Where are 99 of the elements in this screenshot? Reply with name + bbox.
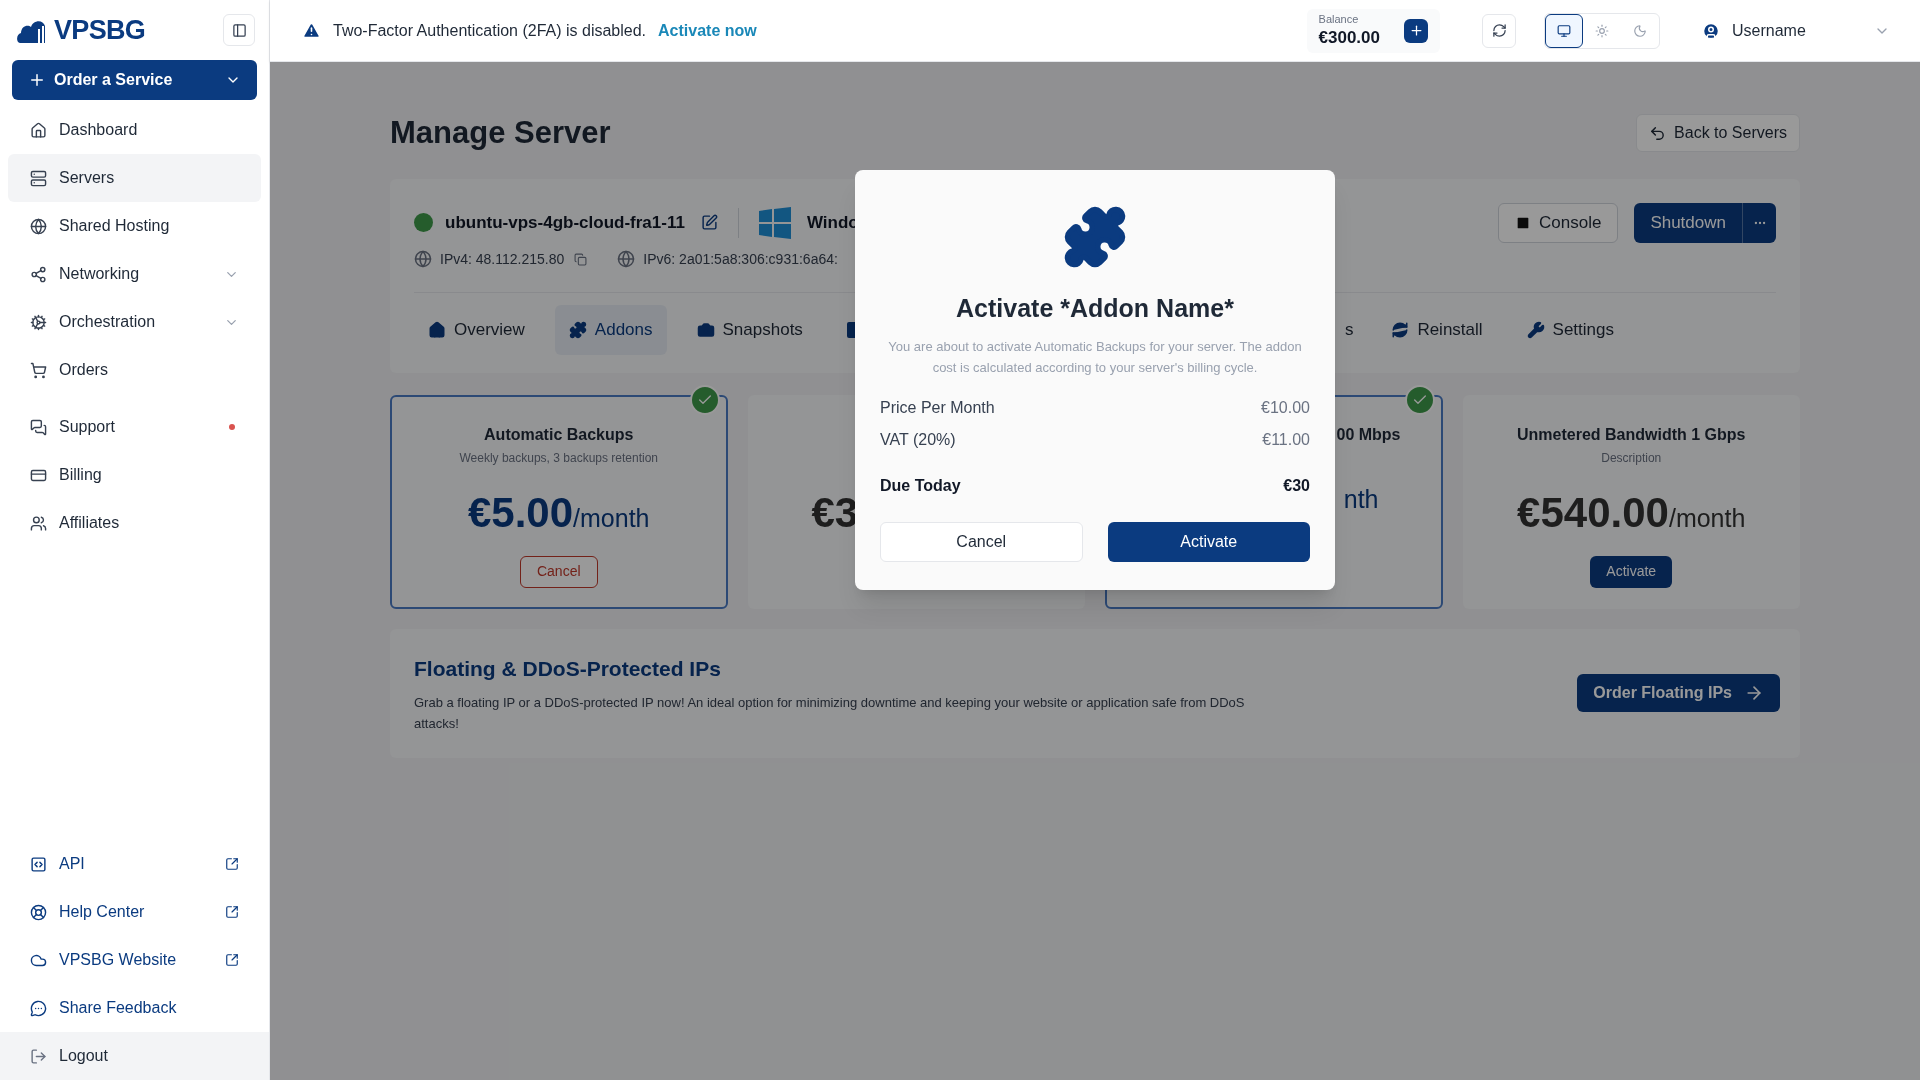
ipv4-address: IPv4: 48.112.215.80 — [440, 249, 565, 269]
code-icon — [30, 855, 47, 873]
sidebar-item[interactable]: Logout — [0, 1032, 269, 1080]
summary-label: VAT (20%) — [880, 429, 956, 450]
chat-icon — [30, 418, 47, 436]
addon-title: 00 Mbps — [1336, 424, 1401, 445]
summary-value: €11.00 — [1262, 429, 1310, 450]
promo-title: Floating & DDoS-Protected IPs — [414, 655, 722, 682]
price-period: /month — [1668, 503, 1746, 534]
logout-icon — [30, 1047, 47, 1065]
addon-price: €540.00 — [1517, 487, 1669, 538]
order-floating-ips-button[interactable]: Order Floating IPs — [1577, 674, 1780, 713]
sun-icon — [1595, 23, 1609, 38]
external-link-icon — [225, 857, 239, 871]
price-period: /month — [573, 503, 650, 534]
tab[interactable]: Addons — [554, 304, 667, 355]
windows-logo-icon — [758, 206, 791, 239]
dialog-text: You are about to activate Automatic Backups for your server. The addon cost is calculated according to your server's billing cycle. — [887, 337, 1303, 377]
ipv6-address: IPv6: 2a01:5a8:306:c931:6a64: — [643, 249, 838, 269]
refresh-button[interactable] — [1482, 13, 1516, 48]
back-icon — [1649, 124, 1667, 142]
logo-text: VPSBG — [54, 13, 146, 47]
warning-icon — [302, 21, 321, 40]
addon-description: Description — [1601, 449, 1662, 467]
edit-icon[interactable] — [700, 214, 718, 231]
addon-description: Weekly backups, 3 backups retention — [459, 449, 659, 467]
puzzle-icon — [1062, 204, 1128, 270]
refresh-icon — [1491, 23, 1507, 38]
refresh-icon — [1391, 320, 1410, 339]
plus-icon — [28, 71, 46, 89]
server-name: ubuntu-vps-4gb-cloud-fra1-11 — [445, 211, 685, 234]
user-menu[interactable]: Username — [1702, 18, 1890, 43]
sidebar-item[interactable]: Dashboard — [8, 106, 261, 154]
summary-label: Due Today — [880, 475, 961, 496]
add-funds-button[interactable] — [1404, 18, 1428, 43]
globe-icon — [414, 250, 432, 268]
tab[interactable]: s — [1344, 304, 1354, 355]
sidebar-item[interactable]: Billing — [8, 451, 261, 499]
addon-price: €3 — [811, 487, 859, 538]
console-button[interactable]: Console — [1498, 202, 1619, 243]
home-icon — [30, 121, 47, 139]
chat-icon — [30, 999, 47, 1017]
share-icon — [30, 265, 47, 283]
activate-addon-button[interactable]: Activate — [1590, 555, 1673, 588]
dialog-title: Activate *Addon Name* — [956, 293, 1234, 324]
tab[interactable]: Snapshots — [682, 304, 817, 355]
globe-icon — [30, 217, 47, 235]
users-icon — [30, 514, 47, 532]
user-icon — [1702, 21, 1720, 40]
sidebar-item[interactable]: Orders — [8, 346, 261, 394]
addon-title: Automatic Backups — [484, 424, 634, 445]
external-link-icon — [225, 953, 239, 967]
summary-label: Price Per Month — [880, 397, 995, 418]
puzzle-icon — [568, 320, 587, 339]
activate-button[interactable]: Activate — [1107, 521, 1310, 562]
activate-link[interactable]: Activate now — [658, 18, 757, 43]
tab[interactable]: Overview — [414, 304, 539, 355]
external-link-icon — [225, 905, 239, 919]
back-button[interactable]: Back to Servers — [1636, 114, 1800, 153]
tab[interactable]: Settings — [1512, 304, 1628, 355]
copy-icon[interactable] — [574, 252, 588, 266]
cancel-addon-button[interactable]: Cancel — [519, 555, 598, 588]
sidebar-item[interactable]: VPSBG Website — [8, 936, 261, 984]
summary-value: €10.00 — [1261, 397, 1310, 418]
summary-value: €30 — [1283, 475, 1310, 496]
lifebuoy-icon — [30, 903, 47, 921]
plus-icon — [1408, 23, 1424, 38]
camera-icon — [696, 320, 715, 339]
cancel-button[interactable]: Cancel — [880, 521, 1083, 562]
sidebar-item[interactable]: Help Center — [8, 888, 261, 936]
monitor-icon — [1557, 23, 1571, 38]
globe-icon — [617, 250, 636, 268]
theme-toggle[interactable] — [1545, 13, 1583, 48]
sidebar-item[interactable]: API — [8, 840, 261, 888]
sidebar-item[interactable]: Networking — [8, 250, 261, 298]
cart-icon — [30, 361, 47, 379]
balance-amount: €300.00 — [1318, 26, 1380, 48]
sidebar-item[interactable]: Servers — [8, 154, 261, 202]
addon-price: €5.00 — [467, 487, 574, 538]
server-icon — [30, 169, 47, 187]
alert-text: Two-Factor Authentication (2FA) is disabled. — [333, 20, 647, 41]
page-title: Manage Server — [390, 114, 611, 152]
wrench-icon — [1526, 320, 1545, 339]
moon-icon — [1633, 23, 1647, 38]
order-service-button[interactable]: Order a Service — [12, 60, 257, 100]
addon-title: Unmetered Bandwidth 1 Gbps — [1517, 424, 1746, 445]
promo-text: Grab a floating IP or a DDoS-protected IP now! An ideal option for minimizing downtime and keeping your website or application safe from DDoS attacks! — [414, 694, 1246, 733]
sidebar-toggle-button[interactable] — [223, 14, 255, 46]
gear-icon — [30, 313, 47, 331]
sidebar-item[interactable]: Orchestration — [8, 298, 261, 346]
balance-label: Balance — [1318, 13, 1360, 27]
tab[interactable]: Reinstall — [1377, 304, 1497, 355]
sidebar-item[interactable]: Shared Hosting — [8, 202, 261, 250]
sidebar-item[interactable]: Share Feedback — [8, 984, 261, 1032]
sidebar-item[interactable]: Support — [8, 403, 261, 451]
panel-icon — [231, 22, 247, 38]
price-period: nth — [1343, 483, 1379, 515]
sidebar-item[interactable]: Affiliates — [8, 499, 261, 547]
home-icon — [428, 320, 446, 339]
